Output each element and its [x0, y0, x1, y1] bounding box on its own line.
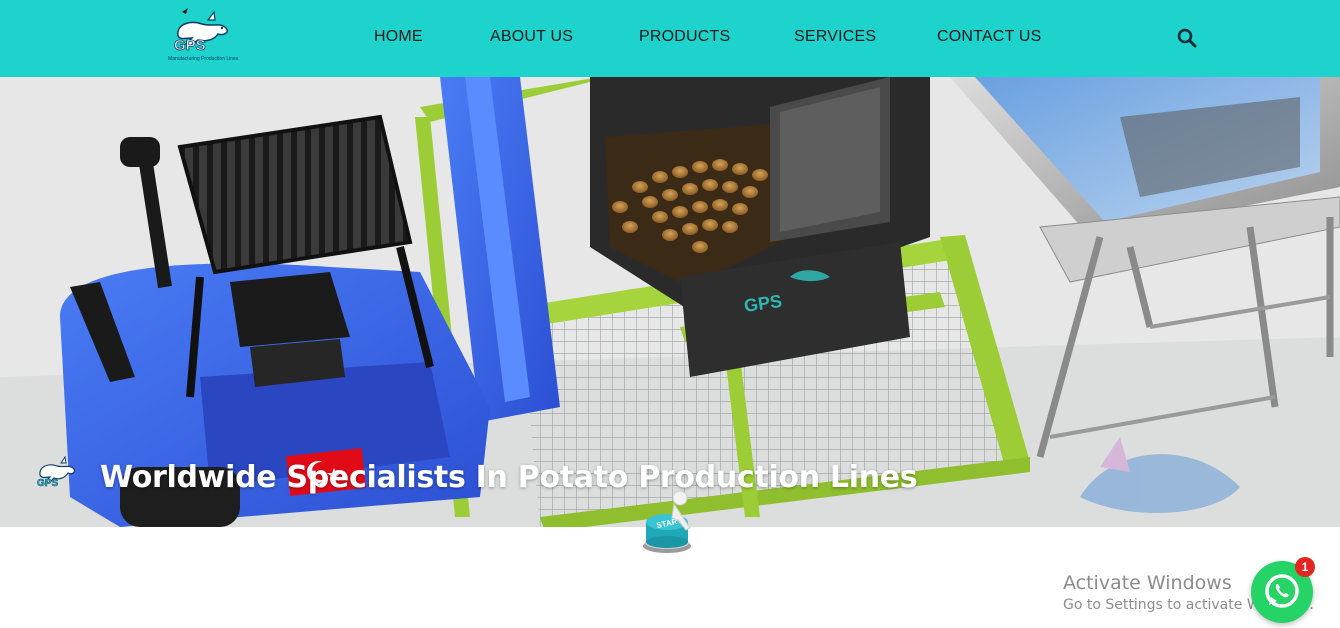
site-logo[interactable]: GPS Manufacturing Production Lines: [168, 6, 239, 66]
nav-services[interactable]: SERVICES: [794, 28, 876, 46]
hero-logo-brand: GPS: [37, 478, 58, 489]
logo-tagline: Manufacturing Production Lines: [168, 56, 239, 62]
nav-contact-us[interactable]: CONTACT US: [937, 28, 1042, 46]
search-icon: [1177, 28, 1197, 48]
logo-brand-text: GPS: [174, 37, 206, 54]
kangaroo-logo-icon: GPS: [174, 8, 229, 54]
start-button-icon: START: [643, 490, 691, 553]
site-header: GPS Manufacturing Production Lines HOME …: [0, 0, 1340, 77]
notification-badge: 1: [1295, 557, 1315, 577]
nav-about-us[interactable]: ABOUT US: [490, 28, 573, 46]
kangaroo-logo-icon: GPS: [37, 455, 76, 489]
search-button[interactable]: [1176, 27, 1198, 49]
hero-title: Worldwide Specialists In Potato Producti…: [100, 460, 918, 495]
hero-logo: GPS: [34, 453, 78, 493]
nav-home[interactable]: HOME: [374, 28, 423, 46]
nav-products[interactable]: PRODUCTS: [639, 28, 730, 46]
start-button-figure: START: [640, 488, 694, 554]
hero-banner: GPS GPS Worldwide Specialists In Potato …: [0, 77, 1340, 527]
